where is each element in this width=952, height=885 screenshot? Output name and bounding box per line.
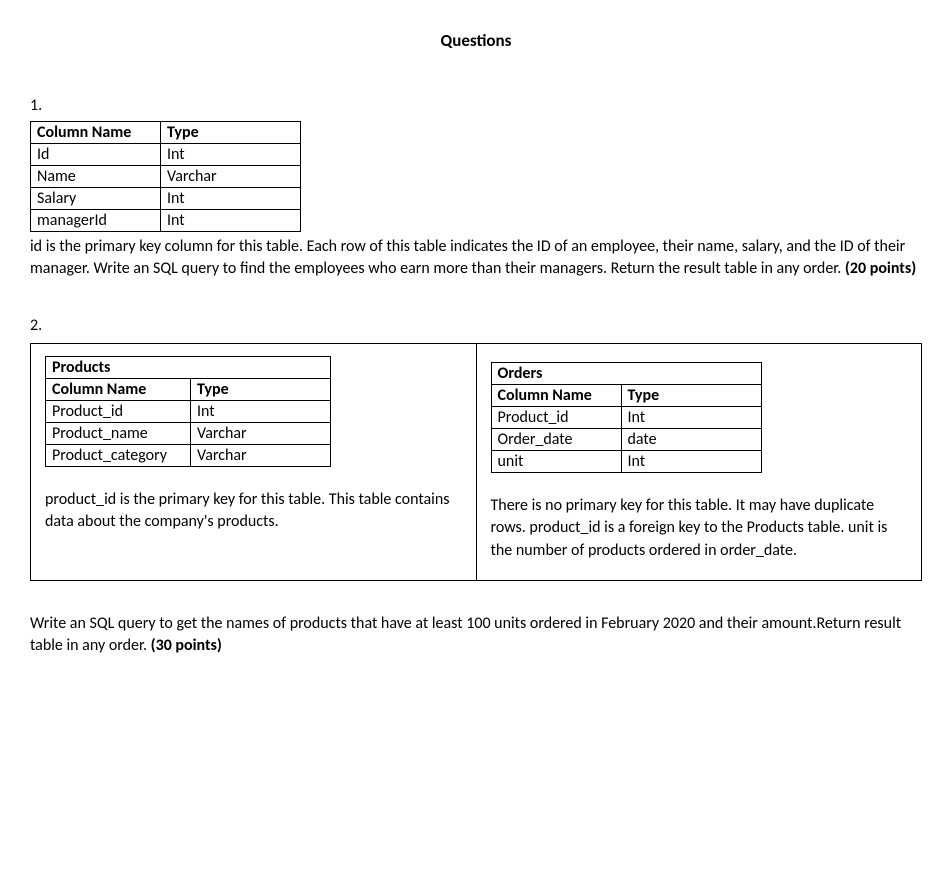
type-cell: Int (621, 406, 761, 428)
table-row: Products (46, 356, 331, 378)
table-row: Salary Int (31, 188, 301, 210)
q2-description: Write an SQL query to get the names of p… (30, 613, 922, 658)
type-header: Type (161, 122, 301, 144)
q2-products-cell: Products Column Name Type Product_id Int… (31, 344, 477, 580)
orders-schema-table: Orders Column Name Type Product_id Int O… (491, 362, 762, 473)
type-cell: Int (161, 188, 301, 210)
q1-points: (20 points) (845, 259, 916, 278)
type-header: Type (621, 384, 761, 406)
table-row: Orders (491, 362, 761, 384)
q2-tables-container: Products Column Name Type Product_id Int… (30, 343, 922, 581)
type-cell: Varchar (191, 444, 331, 466)
products-desc: product_id is the primary key for this t… (45, 489, 462, 534)
orders-table-name: Orders (491, 362, 761, 384)
col-name-header: Column Name (46, 378, 191, 400)
type-cell: Int (191, 400, 331, 422)
type-cell: Int (621, 450, 761, 472)
table-row: managerId Int (31, 210, 301, 232)
q1-schema-table: Column Name Type Id Int Name Varchar Sal… (30, 121, 301, 232)
q1-description: id is the primary key column for this ta… (30, 236, 922, 281)
question-1: 1. Column Name Type Id Int Name Varchar … (30, 96, 922, 281)
table-row: Product_name Varchar (46, 422, 331, 444)
col-name-cell: Product_id (46, 400, 191, 422)
type-cell: Int (161, 210, 301, 232)
q2-orders-cell: Orders Column Name Type Product_id Int O… (477, 344, 922, 580)
table-row: Id Int (31, 144, 301, 166)
col-name-cell: managerId (31, 210, 161, 232)
col-name-cell: Order_date (491, 428, 621, 450)
page-title: Questions (30, 30, 922, 51)
col-name-cell: Product_category (46, 444, 191, 466)
q1-desc-text: id is the primary key column for this ta… (30, 237, 905, 278)
col-name-cell: unit (491, 450, 621, 472)
type-cell: date (621, 428, 761, 450)
orders-desc: There is no primary key for this table. … (491, 495, 908, 562)
table-row: Column Name Type (31, 122, 301, 144)
col-name-cell: Product_id (491, 406, 621, 428)
question-2: 2. Products Column Name Type Product_id … (30, 316, 922, 658)
col-name-cell: Id (31, 144, 161, 166)
table-row: unit Int (491, 450, 761, 472)
col-name-cell: Name (31, 166, 161, 188)
products-schema-table: Products Column Name Type Product_id Int… (45, 356, 331, 467)
type-cell: Int (161, 144, 301, 166)
col-name-header: Column Name (491, 384, 621, 406)
table-row: Name Varchar (31, 166, 301, 188)
type-cell: Varchar (161, 166, 301, 188)
q2-points: (30 points) (151, 636, 222, 655)
type-cell: Varchar (191, 422, 331, 444)
table-row: Column Name Type (46, 378, 331, 400)
q1-number: 1. (30, 96, 922, 115)
col-name-cell: Salary (31, 188, 161, 210)
type-header: Type (191, 378, 331, 400)
table-row: Column Name Type (491, 384, 761, 406)
col-name-header: Column Name (31, 122, 161, 144)
table-row: Order_date date (491, 428, 761, 450)
products-table-name: Products (46, 356, 331, 378)
table-row: Product_id Int (46, 400, 331, 422)
table-row: Product_category Varchar (46, 444, 331, 466)
q2-number: 2. (30, 316, 922, 335)
table-row: Product_id Int (491, 406, 761, 428)
col-name-cell: Product_name (46, 422, 191, 444)
